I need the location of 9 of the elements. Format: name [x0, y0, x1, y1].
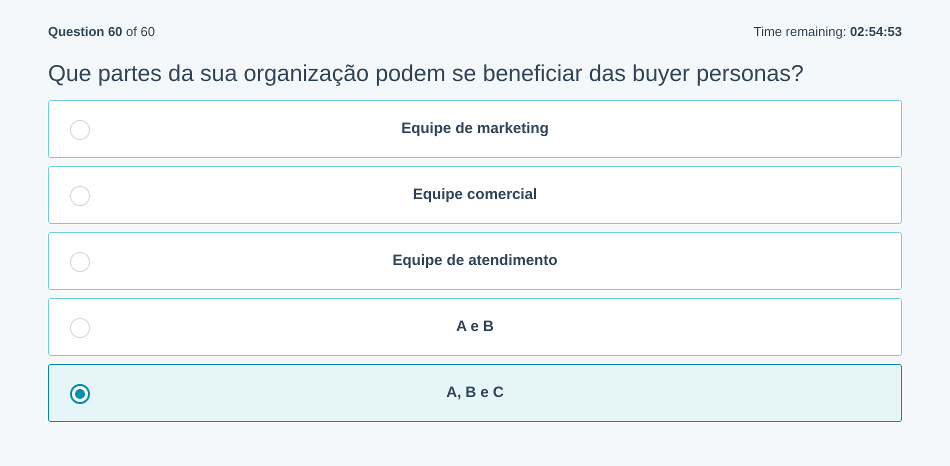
question-text: Que partes da sua organização podem se beneficiar das buyer personas?	[48, 59, 805, 88]
answer-option[interactable]: Equipe de atendimento	[48, 232, 902, 290]
question-counter: Question 60 of 60	[48, 23, 155, 42]
answer-option[interactable]: A, B e C	[48, 364, 902, 422]
answer-option[interactable]: A e B	[48, 298, 902, 356]
radio-button[interactable]	[70, 384, 90, 404]
answer-option[interactable]: Equipe comercial	[48, 166, 902, 224]
time-remaining: Time remaining: 02:54:53	[754, 23, 902, 42]
answer-option[interactable]: Equipe de marketing	[48, 100, 902, 158]
